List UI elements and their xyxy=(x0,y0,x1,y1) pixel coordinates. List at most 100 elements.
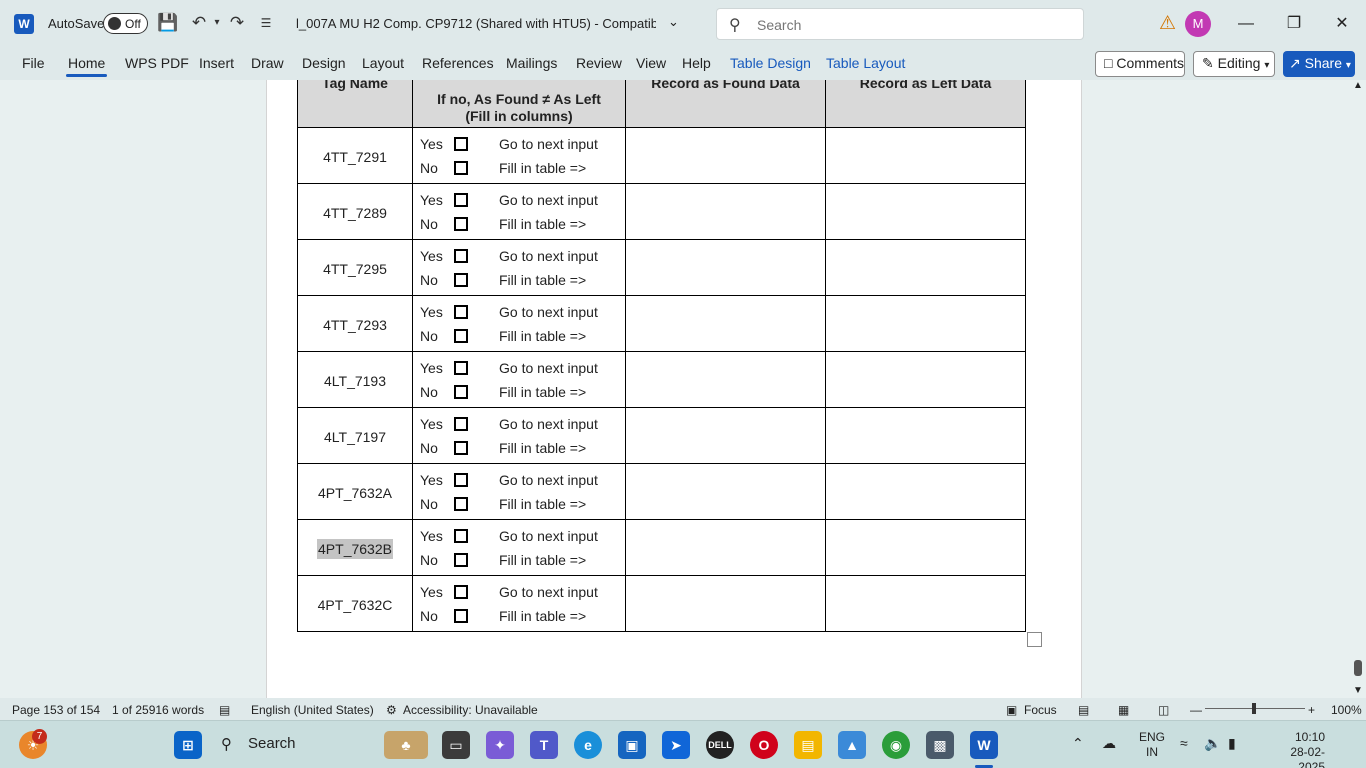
word-taskbar-icon[interactable]: W xyxy=(970,731,998,759)
accessibility-status[interactable]: Accessibility: Unavailable xyxy=(403,703,538,717)
tag-cell[interactable]: 4PT_7632C xyxy=(297,575,413,632)
tab-design[interactable]: Design xyxy=(302,55,346,71)
condition-cell[interactable]: Yes Go to next input No Fill in table => xyxy=(412,127,626,184)
no-checkbox[interactable] xyxy=(454,496,468,511)
left-data-cell[interactable] xyxy=(825,239,1026,296)
found-data-cell[interactable] xyxy=(625,127,826,184)
chevron-up-icon[interactable]: ⌃ xyxy=(1072,735,1084,752)
battery-icon[interactable]: ▮ xyxy=(1228,735,1236,752)
yes-checkbox[interactable] xyxy=(454,472,468,487)
focus-mode[interactable]: Focus xyxy=(1024,703,1057,717)
tab-home[interactable]: Home xyxy=(65,55,108,77)
taskbar-search-label[interactable]: Search xyxy=(248,735,296,752)
tag-cell[interactable]: 4TT_7289 xyxy=(297,183,413,240)
tab-table-design[interactable]: Table Design xyxy=(730,55,811,71)
tab-view[interactable]: View xyxy=(636,55,666,71)
tag-cell[interactable]: 4LT_7193 xyxy=(297,351,413,408)
input-language[interactable]: ENG IN xyxy=(1139,730,1165,760)
found-data-cell[interactable] xyxy=(625,575,826,632)
word-app-icon[interactable]: W xyxy=(14,14,34,34)
read-mode-icon[interactable]: ▤ xyxy=(1078,703,1089,717)
no-checkbox[interactable] xyxy=(454,608,468,623)
minimize-button[interactable]: — xyxy=(1231,10,1261,38)
calibration-table[interactable]: Tag Name If no, As Found ≠ As Left (Fill… xyxy=(297,80,1026,632)
zoom-slider-thumb[interactable] xyxy=(1252,703,1256,714)
wifi-icon[interactable]: ≈ xyxy=(1180,735,1188,751)
word-count[interactable]: 1 of 25916 words xyxy=(112,703,204,717)
undo-dropdown-icon[interactable]: ▾ xyxy=(206,12,228,34)
no-checkbox[interactable] xyxy=(454,384,468,399)
no-checkbox[interactable] xyxy=(454,160,468,175)
found-data-cell[interactable] xyxy=(625,463,826,520)
yes-checkbox[interactable] xyxy=(454,360,468,375)
condition-cell[interactable]: Yes Go to next input No Fill in table => xyxy=(412,183,626,240)
app-icon[interactable]: ▩ xyxy=(926,731,954,759)
header-found[interactable]: Record as Found Data xyxy=(625,80,826,128)
found-data-cell[interactable] xyxy=(625,183,826,240)
no-checkbox[interactable] xyxy=(454,552,468,567)
table-resize-handle[interactable] xyxy=(1027,632,1042,647)
web-layout-icon[interactable]: ◫ xyxy=(1158,703,1169,717)
left-data-cell[interactable] xyxy=(825,295,1026,352)
left-data-cell[interactable] xyxy=(825,519,1026,576)
accessibility-icon[interactable]: ⚙ xyxy=(386,703,397,717)
condition-cell[interactable]: Yes Go to next input No Fill in table => xyxy=(412,575,626,632)
share-button[interactable]: ↗ Share ▾ xyxy=(1283,51,1355,77)
yes-checkbox[interactable] xyxy=(454,248,468,263)
store-icon[interactable]: ▣ xyxy=(618,731,646,759)
condition-cell[interactable]: Yes Go to next input No Fill in table => xyxy=(412,239,626,296)
tag-cell[interactable]: 4TT_7291 xyxy=(297,127,413,184)
tag-cell[interactable]: 4PT_7632B xyxy=(297,519,413,576)
no-checkbox[interactable] xyxy=(454,216,468,231)
tab-references[interactable]: References xyxy=(422,55,494,71)
condition-cell[interactable]: Yes Go to next input No Fill in table => xyxy=(412,295,626,352)
customize-toolbar-icon[interactable]: ☰ xyxy=(255,12,277,34)
scroll-down-icon[interactable]: ▼ xyxy=(1353,685,1363,696)
zoom-out-icon[interactable]: — xyxy=(1190,703,1202,717)
scroll-thumb[interactable] xyxy=(1354,660,1362,676)
tab-wps-pdf[interactable]: WPS PDF xyxy=(125,55,189,71)
yes-checkbox[interactable] xyxy=(454,136,468,151)
left-data-cell[interactable] xyxy=(825,407,1026,464)
dell-icon[interactable]: DELL xyxy=(706,731,734,759)
yes-checkbox[interactable] xyxy=(454,304,468,319)
language-status[interactable]: English (United States) xyxy=(251,703,374,717)
scroll-up-icon[interactable]: ▲ xyxy=(1353,80,1363,91)
no-checkbox[interactable] xyxy=(454,440,468,455)
focus-icon[interactable]: ▣ xyxy=(1006,703,1017,717)
yes-checkbox[interactable] xyxy=(454,584,468,599)
proofing-icon[interactable]: ▤ xyxy=(219,703,230,717)
volume-icon[interactable]: 🔈 xyxy=(1204,735,1221,752)
found-data-cell[interactable] xyxy=(625,295,826,352)
redo-icon[interactable]: ↷ xyxy=(226,12,248,34)
tab-insert[interactable]: Insert xyxy=(199,55,234,71)
warning-icon[interactable]: ⚠ xyxy=(1159,12,1176,35)
left-data-cell[interactable] xyxy=(825,183,1026,240)
yes-checkbox[interactable] xyxy=(454,528,468,543)
no-checkbox[interactable] xyxy=(454,328,468,343)
yes-checkbox[interactable] xyxy=(454,416,468,431)
left-data-cell[interactable] xyxy=(825,575,1026,632)
opera-icon[interactable]: O xyxy=(750,731,778,759)
close-button[interactable]: ✕ xyxy=(1327,10,1357,38)
condition-cell[interactable]: Yes Go to next input No Fill in table => xyxy=(412,407,626,464)
found-data-cell[interactable] xyxy=(625,351,826,408)
search-input[interactable] xyxy=(757,15,1057,35)
tag-cell[interactable]: 4TT_7295 xyxy=(297,239,413,296)
teams-icon[interactable]: T xyxy=(530,731,558,759)
power-automate-icon[interactable]: ➤ xyxy=(662,731,690,759)
page-count[interactable]: Page 153 of 154 xyxy=(12,703,100,717)
tab-review[interactable]: Review xyxy=(576,55,622,71)
chrome-icon[interactable]: ◉ xyxy=(882,731,910,759)
task-view-icon[interactable]: ▭ xyxy=(442,731,470,759)
tab-layout[interactable]: Layout xyxy=(362,55,404,71)
condition-cell[interactable]: Yes Go to next input No Fill in table => xyxy=(412,351,626,408)
header-condition[interactable]: If no, As Found ≠ As Left (Fill in colum… xyxy=(412,80,626,128)
found-data-cell[interactable] xyxy=(625,239,826,296)
left-data-cell[interactable] xyxy=(825,127,1026,184)
taskbar-search-icon[interactable]: ⚲ xyxy=(221,735,232,753)
tag-cell[interactable]: 4TT_7293 xyxy=(297,295,413,352)
found-data-cell[interactable] xyxy=(625,519,826,576)
save-icon[interactable]: 💾 xyxy=(157,12,179,34)
left-data-cell[interactable] xyxy=(825,463,1026,520)
